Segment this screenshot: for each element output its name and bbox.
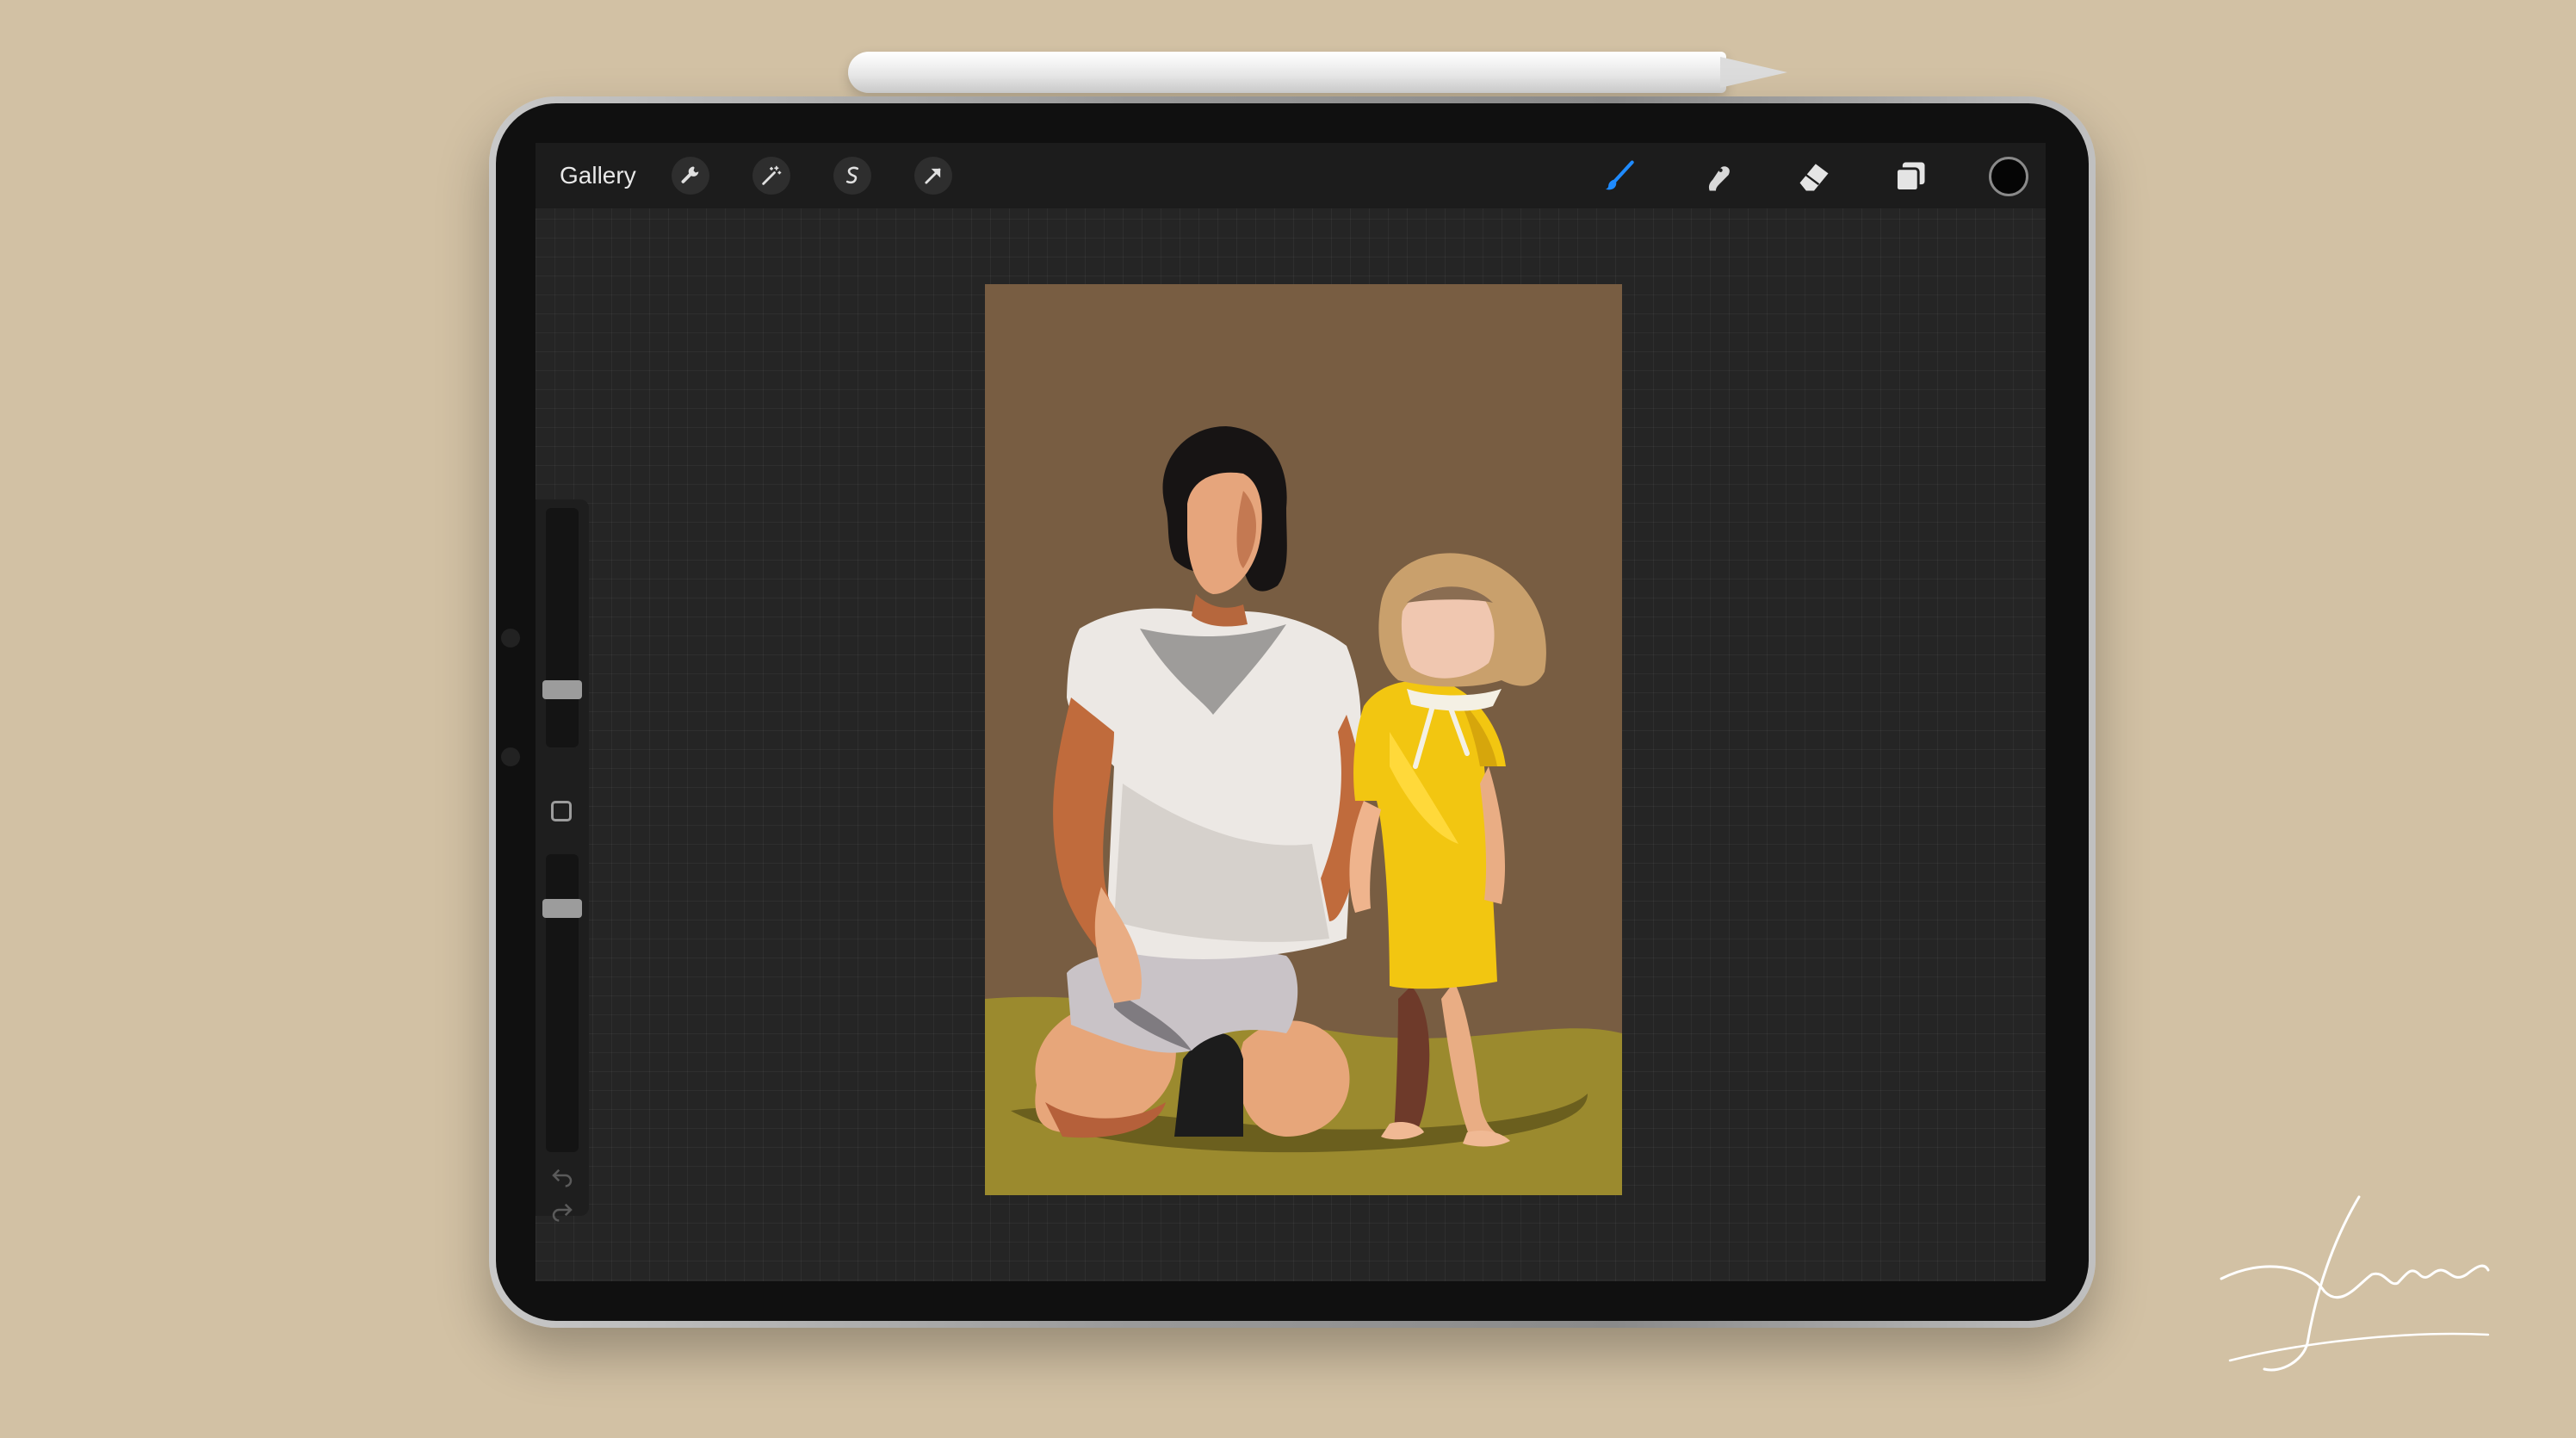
color-picker-swatch[interactable] bbox=[1989, 157, 2028, 196]
magic-wand-icon[interactable] bbox=[752, 157, 790, 195]
undo-icon[interactable] bbox=[549, 1162, 575, 1188]
brush-icon[interactable] bbox=[1598, 155, 1641, 198]
transform-arrow-icon[interactable] bbox=[914, 157, 952, 195]
artwork-illustration bbox=[985, 426, 1622, 1195]
top-toolbar: Gallery bbox=[536, 143, 2046, 208]
procreate-screen: Gallery bbox=[536, 143, 2046, 1281]
layers-icon[interactable] bbox=[1889, 155, 1932, 198]
selection-icon[interactable] bbox=[833, 157, 871, 195]
opacity-handle[interactable] bbox=[542, 898, 582, 918]
left-sidebar bbox=[536, 499, 589, 1222]
brush-size-handle[interactable] bbox=[542, 679, 582, 699]
gallery-button[interactable]: Gallery bbox=[560, 158, 636, 193]
artwork-canvas[interactable] bbox=[985, 284, 1622, 1195]
eraser-icon[interactable] bbox=[1793, 155, 1836, 198]
brush-size-slider[interactable] bbox=[546, 508, 579, 747]
wrench-icon[interactable] bbox=[672, 157, 709, 195]
modify-square-icon[interactable] bbox=[551, 801, 572, 821]
apple-pencil-tip bbox=[1720, 57, 1787, 88]
camera-dot bbox=[501, 629, 520, 648]
apple-pencil bbox=[848, 52, 1726, 93]
redo-icon[interactable] bbox=[549, 1197, 575, 1223]
signature-watermark bbox=[2220, 1195, 2490, 1372]
camera-dot bbox=[501, 747, 520, 766]
smudge-icon[interactable] bbox=[1694, 155, 1737, 198]
